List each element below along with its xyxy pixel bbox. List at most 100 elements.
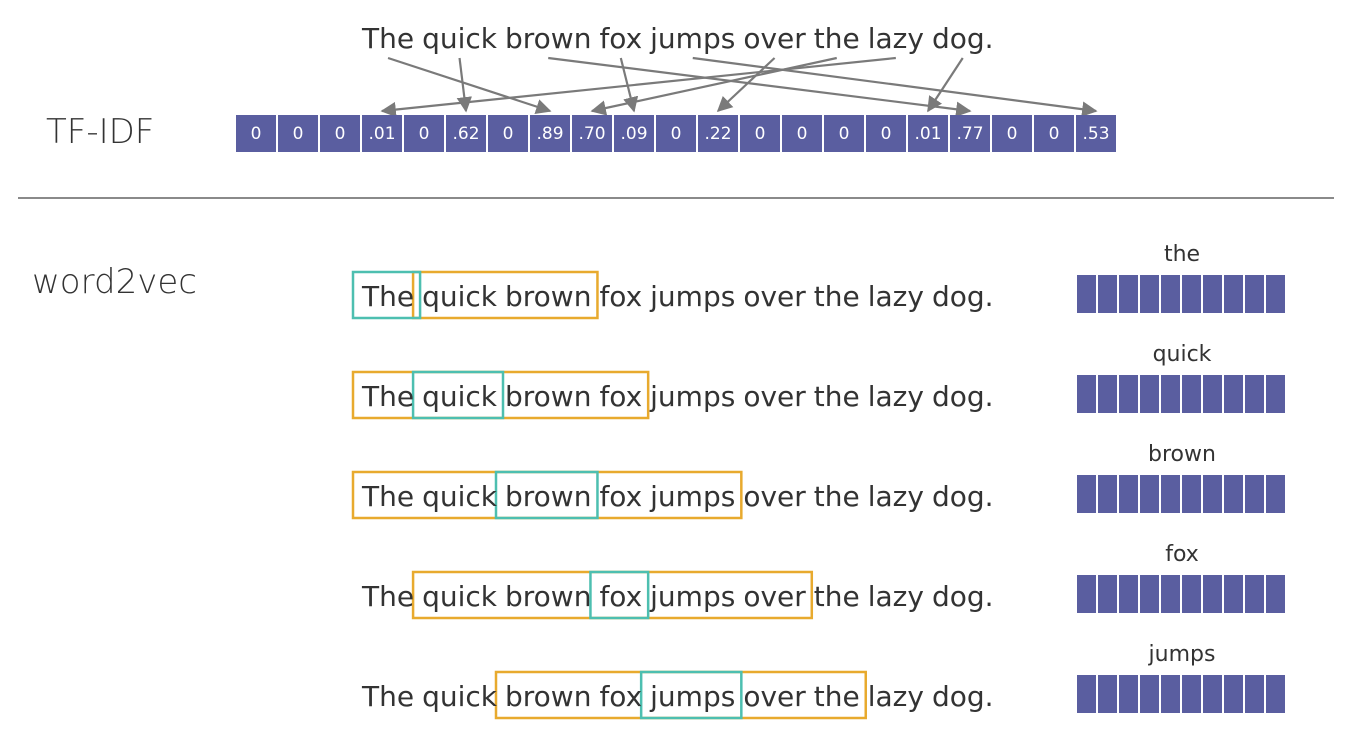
word2vec-sentence-word: jumps <box>649 680 735 713</box>
embedding-cell <box>1161 475 1180 513</box>
embedding-cell <box>1161 675 1180 713</box>
tfidf-sentence: The quick brown fox jumps over the lazy dog. <box>361 22 994 55</box>
tfidf-cell: 0 <box>992 115 1032 152</box>
tfidf-cell: .22 <box>698 115 738 152</box>
tfidf-cell: 0 <box>740 115 780 152</box>
embedding-cell <box>1077 575 1096 613</box>
tfidf-cell: 0 <box>1034 115 1074 152</box>
word2vec-sentence-word: brown <box>505 680 591 713</box>
embedding-cell <box>1077 275 1096 313</box>
word2vec-sentence-word: quick <box>422 680 498 713</box>
tfidf-cell: .09 <box>614 115 654 152</box>
word2vec-sentence-word: fox <box>599 580 642 613</box>
embedding-cell <box>1098 675 1117 713</box>
tfidf-sentence-word: over <box>743 22 806 55</box>
mapping-arrow <box>692 56 1098 117</box>
tfidf-cell: .70 <box>572 115 612 152</box>
embedding-cell <box>1161 375 1180 413</box>
embedding-cell <box>1224 575 1243 613</box>
word2vec-sentence-word: lazy <box>868 280 924 313</box>
embedding-cell <box>1077 475 1096 513</box>
word2vec-sentence-word: dog. <box>932 280 994 313</box>
embedding-cell <box>1161 275 1180 313</box>
word2vec-sentence-word: The <box>361 580 414 613</box>
word2vec-sentence-word: over <box>743 680 806 713</box>
embedding-vector <box>1077 675 1287 713</box>
embedding-cell <box>1203 375 1222 413</box>
tfidf-cell: 0 <box>236 115 276 152</box>
embedding-cell <box>1098 275 1117 313</box>
embedding-cell <box>1119 275 1138 313</box>
word2vec-sentence-word: over <box>743 480 806 513</box>
tfidf-cell: .01 <box>362 115 402 152</box>
tfidf-cell: .01 <box>908 115 948 152</box>
embedding-cell <box>1098 475 1117 513</box>
word2vec-sentence-word: fox <box>599 380 642 413</box>
embedding-vector <box>1077 575 1287 613</box>
tfidf-cell: 0 <box>320 115 360 152</box>
embedding-cell <box>1245 575 1264 613</box>
mapping-arrow <box>619 57 639 113</box>
embedding-cell <box>1266 375 1285 413</box>
tfidf-sentence-word: jumps <box>649 22 735 55</box>
embedding-word-label: fox <box>1165 542 1199 567</box>
embedding-cell <box>1182 675 1201 713</box>
word2vec-sentence-word: the <box>814 380 860 413</box>
embedding-cell <box>1140 475 1159 513</box>
mapping-arrow <box>380 56 896 118</box>
tfidf-sentence-word: The <box>361 22 414 55</box>
embedding-cell <box>1266 275 1285 313</box>
mapping-arrow <box>927 57 964 113</box>
embedding-cell <box>1245 275 1264 313</box>
mapping-arrow <box>456 57 472 113</box>
embedding-cell <box>1077 675 1096 713</box>
embedding-cell <box>1245 375 1264 413</box>
mapping-arrow <box>387 56 552 115</box>
mapping-arrow <box>590 56 837 116</box>
word2vec-sentence-word: over <box>743 380 806 413</box>
embedding-cell <box>1266 675 1285 713</box>
word2vec-sentence-word: quick <box>422 380 498 413</box>
tfidf-cell: 0 <box>782 115 822 152</box>
embedding-cell <box>1098 375 1117 413</box>
word2vec-sentence-word: the <box>814 280 860 313</box>
embedding-cell <box>1245 475 1264 513</box>
tfidf-cell: .62 <box>446 115 486 152</box>
embedding-cell <box>1245 675 1264 713</box>
word2vec-sentence-word: brown <box>505 580 591 613</box>
embedding-cell <box>1182 475 1201 513</box>
embedding-cell <box>1140 275 1159 313</box>
word2vec-sentence-word: The <box>361 480 414 513</box>
embedding-cell <box>1224 275 1243 313</box>
embedding-cell <box>1140 375 1159 413</box>
word2vec-sentence-word: lazy <box>868 380 924 413</box>
tfidf-sentence-word: lazy <box>868 22 924 55</box>
word2vec-sentence-word: the <box>814 580 860 613</box>
word2vec-sentence-word: quick <box>422 580 498 613</box>
tfidf-cell: 0 <box>404 115 444 152</box>
embedding-cell <box>1119 675 1138 713</box>
word2vec-sentence-word: dog. <box>932 480 994 513</box>
section-divider <box>18 197 1334 199</box>
word2vec-sentence-word: dog. <box>932 380 994 413</box>
word2vec-sentence-word: lazy <box>868 580 924 613</box>
embedding-word-label: quick <box>1152 342 1212 367</box>
embedding-word-label: the <box>1163 242 1201 267</box>
embedding-cell <box>1077 375 1096 413</box>
tfidf-cell: 0 <box>824 115 864 152</box>
word2vec-sentence-word: over <box>743 580 806 613</box>
embedding-cell <box>1161 575 1180 613</box>
word2vec-sentence-word: The <box>361 280 414 313</box>
tfidf-cell: .53 <box>1076 115 1116 152</box>
embedding-word-label: brown <box>1148 442 1216 467</box>
word2vec-sentence-word: jumps <box>649 280 735 313</box>
embedding-vector <box>1077 475 1287 513</box>
embedding-cell <box>1140 575 1159 613</box>
embedding-cell <box>1119 575 1138 613</box>
tfidf-sentence-word: fox <box>599 22 642 55</box>
word2vec-sentence-word: lazy <box>868 480 924 513</box>
tfidf-cell: 0 <box>488 115 528 152</box>
tfidf-sentence-word: brown <box>505 22 591 55</box>
mapping-arrow <box>716 57 776 113</box>
tfidf-vector: 0 0 0.01 0.62 0.89.70.09 0.22 0 0 0 0.01.77 0 0.53 <box>236 115 1118 152</box>
